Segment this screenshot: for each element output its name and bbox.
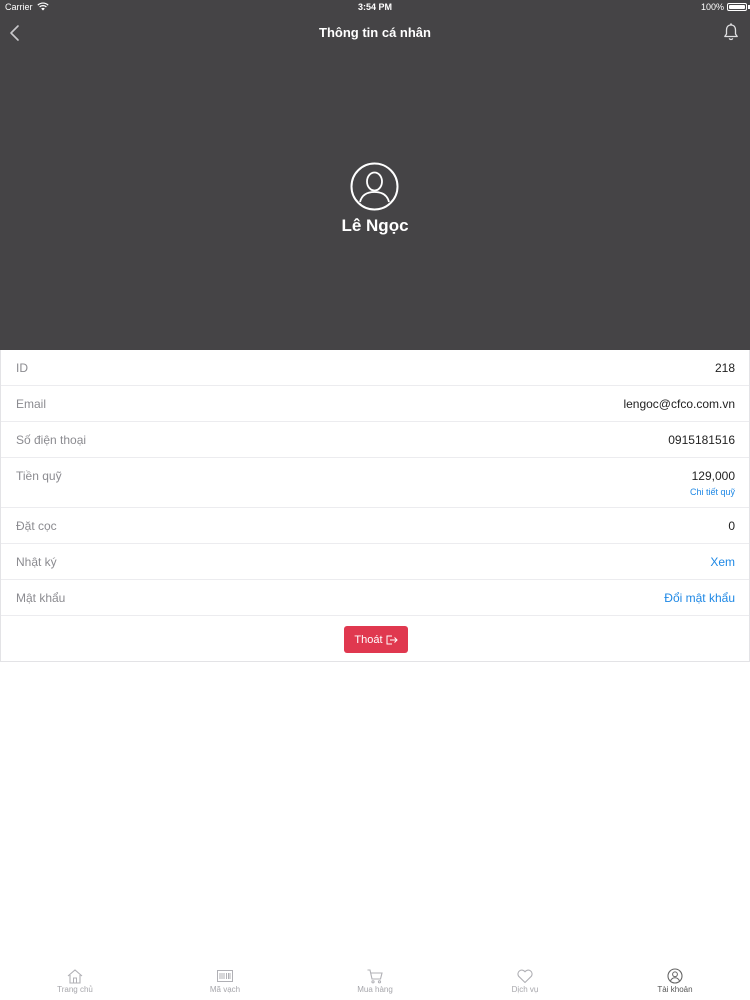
info-row-phone: Số điện thoại 0915181516: [1, 422, 749, 458]
deposit-label: Đặt cọc: [16, 519, 57, 533]
logout-label: Thoát: [354, 633, 383, 646]
status-bar: Carrier 3:54 PM 100%: [0, 0, 750, 14]
tab-barcode[interactable]: Mã vạch: [150, 960, 300, 1000]
email-value: lengoc@cfco.com.vn: [623, 397, 735, 411]
phone-value: 0915181516: [668, 433, 735, 447]
account-icon: [667, 968, 683, 984]
tab-account[interactable]: Tài khoản: [600, 960, 750, 1000]
profile-header: Carrier 3:54 PM 100% Thông tin cá nhân L…: [0, 0, 750, 350]
info-row-id: ID 218: [1, 350, 749, 386]
fund-value: 129,000: [691, 469, 735, 483]
battery-percent: 100%: [700, 2, 724, 12]
page-title: Thông tin cá nhân: [319, 25, 431, 40]
tab-services[interactable]: Dịch vụ: [450, 960, 600, 1000]
profile-name: Lê Ngọc: [341, 216, 409, 235]
tab-home[interactable]: Trang chủ: [0, 960, 150, 1000]
status-time: 3:54 PM: [357, 2, 392, 12]
battery-icon: [727, 3, 747, 11]
log-label: Nhật ký: [16, 555, 57, 569]
home-icon: [67, 969, 83, 984]
phone-label: Số điện thoại: [16, 433, 87, 447]
tab-services-label: Dịch vụ: [511, 985, 539, 994]
bell-icon[interactable]: [722, 22, 740, 42]
tab-account-label: Tài khoản: [657, 985, 693, 994]
info-row-deposit: Đặt cọc 0: [1, 508, 749, 544]
logout-button[interactable]: Thoát: [344, 626, 408, 653]
logout-icon: [386, 635, 398, 644]
tab-bar: Trang chủ Mã vạch Mua hàng Dịch vụ Tài k…: [0, 960, 750, 1000]
tab-home-label: Trang chủ: [57, 985, 93, 994]
email-label: Email: [16, 397, 47, 411]
info-row-log: Nhật ký Xem: [1, 544, 749, 580]
id-value: 218: [714, 361, 735, 375]
cart-icon: [367, 969, 383, 984]
fund-detail-link[interactable]: Chi tiết quỹ: [690, 487, 735, 497]
heart-icon: [517, 969, 533, 984]
tab-barcode-label: Mã vạch: [209, 985, 241, 994]
deposit-value: 0: [728, 519, 735, 533]
tab-shopping[interactable]: Mua hàng: [300, 960, 450, 1000]
user-avatar-icon: [350, 162, 399, 211]
info-row-password: Mật khẩu Đổi mật khẩu: [1, 580, 749, 616]
profile-info-card: ID 218 Email lengoc@cfco.com.vn Số điện …: [0, 350, 750, 662]
info-row-fund: Tiền quỹ 129,000 Chi tiết quỹ: [1, 458, 749, 508]
info-row-email: Email lengoc@cfco.com.vn: [1, 386, 749, 422]
change-password-link[interactable]: Đổi mật khẩu: [664, 591, 735, 605]
fund-label: Tiền quỹ: [16, 469, 62, 483]
barcode-icon: [217, 970, 233, 982]
password-label: Mật khẩu: [16, 591, 66, 605]
tab-shopping-label: Mua hàng: [357, 985, 393, 994]
id-label: ID: [16, 361, 28, 375]
view-log-link[interactable]: Xem: [710, 555, 735, 569]
